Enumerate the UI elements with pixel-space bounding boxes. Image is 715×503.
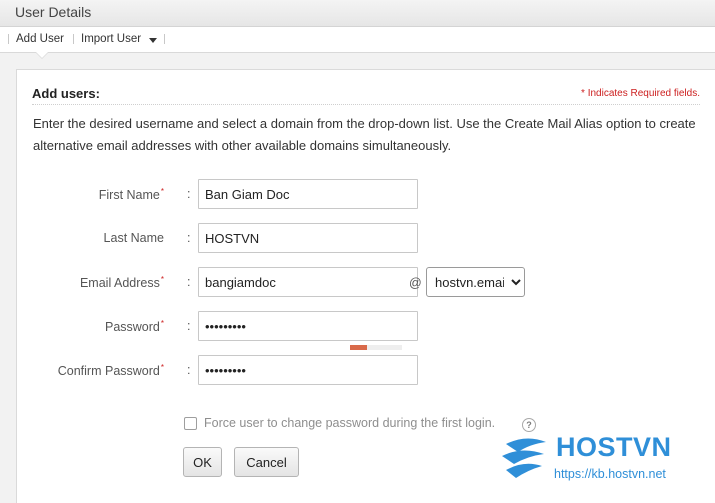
domain-select[interactable]: hostvn.email bbox=[426, 267, 525, 297]
toolbar-divider bbox=[164, 34, 165, 44]
password-label: Password* bbox=[17, 319, 164, 334]
label-colon: : bbox=[187, 231, 191, 245]
ok-button[interactable]: OK bbox=[183, 447, 222, 477]
force-change-checkbox[interactable] bbox=[184, 417, 197, 430]
active-tab-pointer-fill bbox=[36, 52, 48, 58]
hostvn-url: https://kb.hostvn.net bbox=[554, 467, 666, 481]
last-name-input[interactable] bbox=[198, 223, 418, 253]
confirm-password-label: Confirm Password* bbox=[17, 363, 164, 378]
email-label-text: Email Address bbox=[79, 276, 160, 291]
required-fields-note: * Indicates Required fields. bbox=[581, 88, 700, 99]
window-title: User Details bbox=[15, 4, 92, 20]
email-username-input[interactable] bbox=[198, 267, 418, 297]
panel-heading: Add users: bbox=[32, 86, 100, 101]
cancel-button[interactable]: Cancel bbox=[234, 447, 299, 477]
at-sign: @ bbox=[409, 276, 422, 290]
first-name-label: First Name* bbox=[17, 187, 164, 202]
required-asterisk: * bbox=[160, 363, 164, 372]
password-input[interactable] bbox=[198, 311, 418, 341]
label-colon: : bbox=[187, 363, 191, 377]
required-asterisk: * bbox=[160, 275, 164, 284]
title-bar: User Details bbox=[0, 0, 715, 27]
hostvn-logo-icon bbox=[502, 438, 546, 478]
last-name-label-text: Last Name bbox=[103, 231, 164, 245]
first-name-input[interactable] bbox=[198, 179, 418, 209]
last-name-label: Last Name bbox=[17, 231, 164, 245]
force-change-label: Force user to change password during the… bbox=[204, 416, 496, 430]
label-colon: : bbox=[187, 319, 191, 333]
toolbar-divider bbox=[73, 34, 74, 44]
password-strength-meter bbox=[350, 345, 402, 350]
required-asterisk: * bbox=[160, 187, 164, 196]
password-strength-fill bbox=[350, 345, 368, 350]
hostvn-watermark: HOSTVN https://kb.hostvn.net bbox=[500, 432, 700, 482]
add-user-button[interactable]: Add User bbox=[16, 33, 64, 45]
toolbar: Add User Import User bbox=[0, 27, 715, 53]
label-colon: : bbox=[187, 187, 191, 201]
email-label: Email Address* bbox=[17, 275, 164, 290]
toolbar-divider bbox=[8, 34, 9, 44]
label-colon: : bbox=[187, 275, 191, 289]
confirm-password-input[interactable] bbox=[198, 355, 418, 385]
form-description: Enter the desired username and select a … bbox=[33, 116, 696, 153]
required-asterisk: * bbox=[160, 319, 164, 328]
password-label-text: Password bbox=[104, 320, 160, 335]
chevron-down-icon[interactable] bbox=[149, 38, 157, 43]
confirm-password-label-text: Confirm Password bbox=[57, 364, 160, 379]
first-name-label-text: First Name bbox=[98, 188, 160, 203]
import-user-menu[interactable]: Import User bbox=[81, 33, 141, 45]
heading-divider bbox=[32, 104, 700, 105]
help-icon[interactable]: ? bbox=[522, 418, 536, 432]
hostvn-wordmark: HOSTVN bbox=[556, 432, 672, 462]
